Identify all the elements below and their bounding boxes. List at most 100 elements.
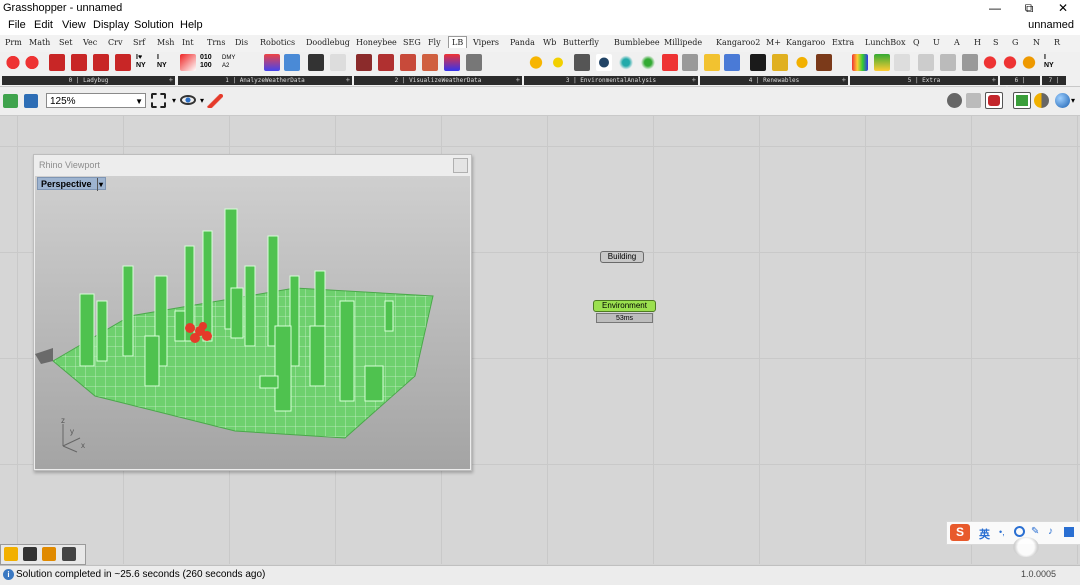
open-file-icon[interactable]: [115, 54, 131, 71]
sogou-logo-icon[interactable]: S: [950, 524, 970, 541]
tab-n[interactable]: N: [1033, 38, 1040, 47]
import-epw-icon[interactable]: [49, 54, 65, 71]
tab-srf[interactable]: Srf: [133, 38, 145, 47]
chart-icon[interactable]: [42, 547, 56, 561]
menu-display[interactable]: Display: [93, 19, 129, 31]
menu-view[interactable]: View: [62, 19, 86, 31]
mesh-quality-icon[interactable]: [1034, 93, 1049, 108]
minimize-button[interactable]: —: [978, 0, 1012, 17]
emoji-icon[interactable]: [1014, 526, 1025, 537]
building-component[interactable]: Building: [600, 251, 644, 263]
tab-panda[interactable]: Panda: [510, 38, 535, 47]
menu-help[interactable]: Help: [180, 19, 203, 31]
sun-icon[interactable]: [550, 54, 566, 71]
panel-icon[interactable]: [750, 54, 766, 71]
tab-q[interactable]: Q: [913, 38, 920, 47]
preview-mode-icon[interactable]: [947, 93, 962, 108]
tab-a[interactable]: A: [954, 38, 960, 47]
sun-icon[interactable]: [794, 54, 810, 71]
close-button[interactable]: ✕: [1046, 0, 1080, 17]
keyboard-icon[interactable]: ✎: [1031, 526, 1039, 537]
microphone-icon[interactable]: ♪: [1048, 526, 1053, 537]
sky-icon[interactable]: [308, 54, 324, 71]
shaded-preview-icon[interactable]: [985, 92, 1003, 109]
chart-icon[interactable]: [400, 54, 416, 71]
tab-seg[interactable]: SEG: [403, 38, 421, 47]
chart-icon[interactable]: [356, 54, 372, 71]
tab-lunchbox[interactable]: LunchBox: [865, 38, 905, 47]
selected-preview-icon[interactable]: [1013, 92, 1031, 109]
tab-dis[interactable]: Dis: [235, 38, 248, 47]
tab-fly[interactable]: Fly: [428, 38, 441, 47]
viewport-render-area[interactable]: z y x Perspective ▾: [35, 176, 470, 469]
zoom-dropdown[interactable]: 125% ▼: [46, 93, 146, 108]
sketch-icon[interactable]: [207, 94, 223, 108]
tab-u[interactable]: U: [933, 38, 940, 47]
i-love-ny-icon[interactable]: I♥ NY: [136, 54, 156, 71]
chart-icon[interactable]: [466, 54, 482, 71]
preview-eye-icon[interactable]: [180, 95, 196, 105]
pv-icon[interactable]: [724, 54, 740, 71]
chart-icon[interactable]: [378, 54, 394, 71]
tab-msh[interactable]: Msh: [157, 38, 174, 47]
eye-icon[interactable]: [596, 54, 612, 71]
tab-extra[interactable]: Extra: [832, 38, 854, 47]
tab-wb[interactable]: Wb: [543, 38, 556, 47]
toolbox-icon[interactable]: [1064, 527, 1074, 537]
import-stat-icon[interactable]: [71, 54, 87, 71]
menu-file[interactable]: File: [8, 19, 26, 31]
wireframe-preview-icon[interactable]: [966, 93, 981, 108]
solar-icon[interactable]: [772, 54, 788, 71]
tab-crv[interactable]: Crv: [108, 38, 122, 47]
legend-icon[interactable]: [874, 54, 890, 71]
chart-icon[interactable]: [422, 54, 438, 71]
restore-button[interactable]: ⧉: [1012, 0, 1046, 17]
tab-g[interactable]: G: [1012, 38, 1018, 47]
tab-kangaroo2[interactable]: Kangaroo2: [716, 38, 760, 47]
view-analysis-icon[interactable]: [640, 54, 656, 71]
dropdown-arrow-icon[interactable]: ▾: [1071, 96, 1080, 113]
menu-edit[interactable]: Edit: [34, 19, 53, 31]
shade-icon[interactable]: [574, 54, 590, 71]
viewport-close-button[interactable]: [453, 158, 468, 173]
tab-s[interactable]: S: [993, 38, 998, 47]
tab-r[interactable]: R: [1054, 38, 1060, 47]
tab-honeybee[interactable]: Honeybee: [356, 38, 397, 47]
analysis-icon[interactable]: [682, 54, 698, 71]
tab-vipers[interactable]: Vipers: [473, 38, 499, 47]
sun-icon[interactable]: [528, 54, 544, 71]
accessibility-icon[interactable]: [962, 54, 978, 71]
open-weather-icon[interactable]: [93, 54, 109, 71]
radiation-icon[interactable]: [618, 54, 634, 71]
save-icon[interactable]: [24, 94, 38, 108]
perspective-view-dropdown[interactable]: Perspective ▾: [37, 177, 106, 191]
python-icon[interactable]: [4, 547, 18, 561]
date-icon[interactable]: DMY A2: [222, 54, 242, 71]
document-preview-icon[interactable]: [1055, 93, 1070, 108]
ladybug-icon[interactable]: [24, 54, 40, 71]
ime-language-label[interactable]: 英: [979, 526, 990, 542]
binary-icon[interactable]: 010 100: [200, 54, 220, 71]
legend-icon[interactable]: [852, 54, 868, 71]
wind-icon[interactable]: [284, 54, 300, 71]
tab-set[interactable]: Set: [59, 38, 72, 47]
energy-icon[interactable]: [704, 54, 720, 71]
tab-doodlebug[interactable]: Doodlebug: [306, 38, 350, 47]
tab-bumblebee[interactable]: Bumblebee: [614, 38, 660, 47]
color-icon[interactable]: [894, 54, 910, 71]
tab-lb[interactable]: LB: [448, 36, 468, 48]
ny-icon[interactable]: I NY: [1044, 54, 1064, 71]
person-icon[interactable]: [918, 54, 934, 71]
open-file-icon[interactable]: [3, 94, 18, 108]
tab-vec[interactable]: Vec: [83, 38, 97, 47]
developer-icon[interactable]: [1021, 54, 1037, 71]
ladybug-icon[interactable]: [5, 54, 21, 71]
download-icon[interactable]: [62, 547, 76, 561]
rhino-viewport-window[interactable]: Rhino Viewport z y x Perspective ▾: [33, 154, 472, 471]
environment-component[interactable]: Environment: [593, 300, 656, 312]
tab-h[interactable]: H: [974, 38, 981, 47]
tab-m-plus[interactable]: M+: [766, 38, 781, 47]
analysis-icon[interactable]: [662, 54, 678, 71]
thermometer-icon[interactable]: [264, 54, 280, 71]
cloud-icon[interactable]: [940, 54, 956, 71]
